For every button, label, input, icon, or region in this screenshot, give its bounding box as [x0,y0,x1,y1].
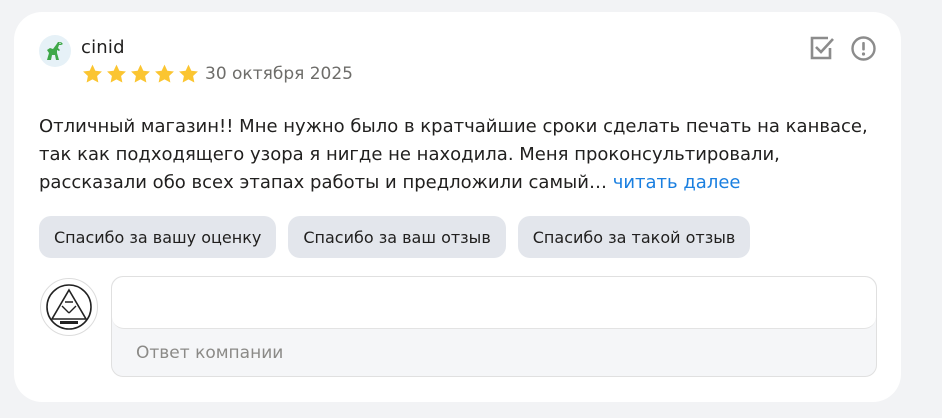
star-icon [83,64,102,83]
review-username: cinid [81,37,125,58]
star-icon [179,64,198,83]
rating-stars [81,63,200,85]
company-logo [46,284,92,330]
report-review-button[interactable] [850,35,877,62]
star-icon [131,64,150,83]
quick-reply-button[interactable]: Спасибо за вашу оценку [39,216,277,258]
review-date: 30 октября 2025 [205,64,354,84]
checkbox-check-icon [810,36,834,60]
reply-input[interactable] [112,277,876,329]
mark-review-button[interactable] [808,35,835,62]
review-text: Отличный магазин!! Мне нужно было в крат… [39,113,889,197]
review-card: cinid 30 октября 2025 Отличный магазин!!… [14,12,901,402]
exclamation-circle-icon [851,36,876,61]
read-more-link[interactable]: читать далее [613,172,741,193]
review-body: Отличный магазин!! Мне нужно было в крат… [39,116,868,193]
star-icon [107,64,126,83]
company-reply-box: Ответ компании [111,276,877,377]
quick-reply-button[interactable]: Спасибо за ваш отзыв [288,216,506,258]
company-avatar [40,278,98,336]
star-icon [155,64,174,83]
dinosaur-icon [47,42,63,60]
user-avatar [39,35,71,67]
reply-label: Ответ компании [136,343,284,363]
quick-reply-button[interactable]: Спасибо за такой отзыв [517,216,751,258]
quick-replies: Спасибо за вашу оценку Спасибо за ваш от… [39,216,751,258]
